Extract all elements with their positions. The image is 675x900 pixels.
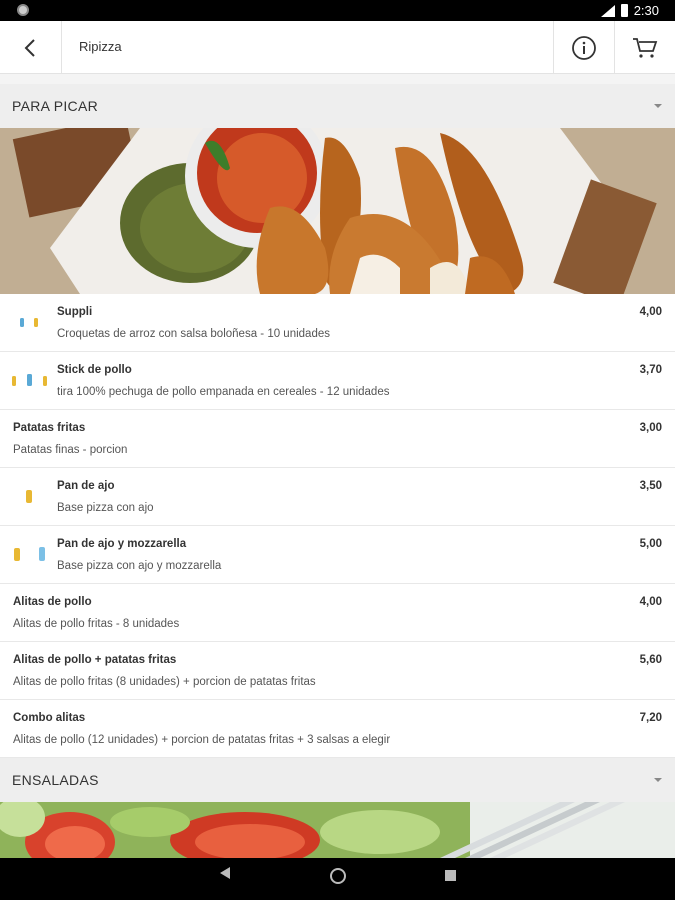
- nav-home-button: [330, 868, 346, 884]
- chevron-down-icon: [654, 104, 662, 108]
- allergen-icon: [12, 376, 16, 386]
- back-button[interactable]: [0, 21, 62, 74]
- signal-icon: [600, 4, 615, 17]
- nav-recents-button: [445, 870, 456, 881]
- notification-icon: [17, 4, 29, 16]
- section-banner-image: [0, 128, 675, 294]
- menu-item[interactable]: Alitas de pollo Alitas de pollo fritas -…: [0, 584, 675, 642]
- item-price: 5,00: [639, 538, 662, 550]
- item-name: Suppli: [57, 306, 93, 318]
- item-price: 4,00: [639, 306, 662, 318]
- item-price: 5,60: [639, 654, 662, 666]
- allergen-icon: [26, 490, 32, 503]
- menu-item[interactable]: Suppli Croquetas de arroz con salsa bolo…: [0, 294, 675, 352]
- section-header-ensaladas[interactable]: ENSALADAS: [0, 758, 675, 802]
- arrow-left-icon: [24, 38, 35, 57]
- section-title: PARA PICAR: [12, 98, 98, 114]
- section-header-para-picar[interactable]: PARA PICAR: [0, 84, 675, 128]
- clock: 2:30: [633, 3, 659, 18]
- item-name: Stick de pollo: [57, 364, 132, 376]
- item-name: Patatas fritas: [13, 422, 86, 434]
- cart-button[interactable]: [614, 21, 675, 74]
- item-description: Patatas finas - porcion: [13, 444, 128, 456]
- allergen-badges: [12, 544, 52, 564]
- item-description: Alitas de pollo (12 unidades) + porcion …: [13, 734, 391, 746]
- section-banner-image: [0, 802, 675, 858]
- allergen-badges: [12, 312, 52, 332]
- item-description: Alitas de pollo fritas (8 unidades) + po…: [13, 676, 316, 688]
- item-price: 7,20: [639, 712, 662, 724]
- allergen-icon: [34, 318, 38, 327]
- item-price: 3,50: [639, 480, 662, 492]
- menu-item[interactable]: Pan de ajo y mozzarella Base pizza con a…: [0, 526, 675, 584]
- cart-icon: [633, 37, 658, 58]
- allergen-icon: [14, 548, 20, 561]
- item-description: tira 100% pechuga de pollo empanada en c…: [57, 386, 390, 398]
- allergen-badges: [12, 486, 52, 506]
- info-button[interactable]: [553, 21, 614, 74]
- status-icons: 2:30: [600, 3, 659, 18]
- item-description: Base pizza con ajo: [57, 502, 154, 514]
- item-name: Combo alitas: [13, 712, 86, 724]
- item-description: Base pizza con ajo y mozzarella: [57, 560, 222, 572]
- item-price: 3,00: [639, 422, 662, 434]
- menu-item[interactable]: Combo alitas Alitas de pollo (12 unidade…: [0, 700, 675, 758]
- chevron-down-icon: [654, 778, 662, 782]
- menu-item[interactable]: Patatas fritas Patatas finas - porcion 3…: [0, 410, 675, 468]
- item-price: 3,70: [639, 364, 662, 376]
- allergen-icon: [20, 318, 24, 327]
- page-title: Ripizza: [79, 39, 122, 54]
- allergen-icon: [39, 547, 45, 561]
- item-description: Croquetas de arroz con salsa boloñesa - …: [57, 328, 330, 340]
- item-description: Alitas de pollo fritas - 8 unidades: [13, 618, 180, 630]
- system-nav-bar: [0, 858, 675, 900]
- section-title: ENSALADAS: [12, 772, 99, 788]
- divider: [0, 74, 675, 84]
- item-name: Pan de ajo: [57, 480, 115, 492]
- menu-item[interactable]: Pan de ajo Base pizza con ajo 3,50: [0, 468, 675, 526]
- status-bar: 2:30: [0, 0, 675, 21]
- allergen-badges: [12, 370, 52, 390]
- app-toolbar: Ripizza: [0, 21, 675, 74]
- item-name: Alitas de pollo: [13, 596, 92, 608]
- item-name: Alitas de pollo + patatas fritas: [13, 654, 177, 666]
- menu-item[interactable]: Stick de pollo tira 100% pechuga de poll…: [0, 352, 675, 410]
- battery-icon: [620, 4, 628, 17]
- info-circle-icon: [572, 35, 596, 60]
- item-price: 4,00: [639, 596, 662, 608]
- allergen-icon: [43, 376, 47, 386]
- menu-item[interactable]: Alitas de pollo + patatas fritas Alitas …: [0, 642, 675, 700]
- item-name: Pan de ajo y mozzarella: [57, 538, 187, 550]
- nav-back-button: [220, 867, 230, 879]
- allergen-icon: [27, 374, 32, 386]
